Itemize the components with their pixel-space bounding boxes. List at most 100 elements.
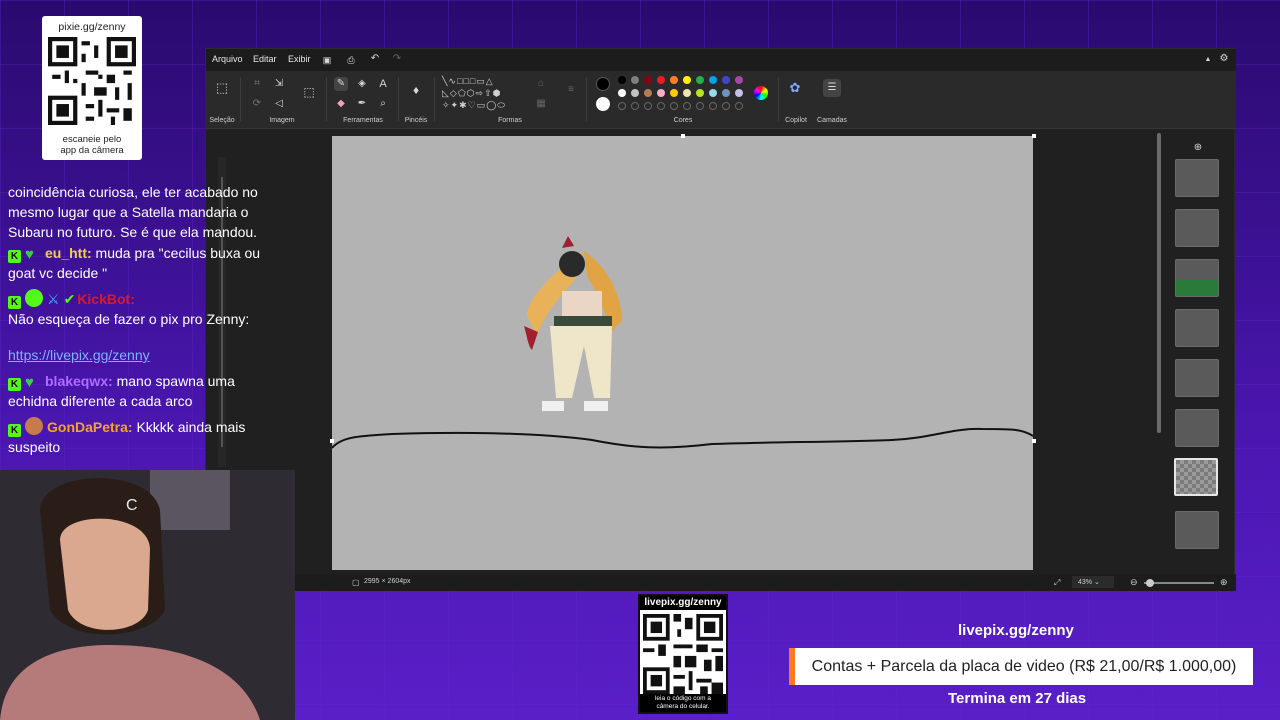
zoom-out-icon[interactable]: ⊖ xyxy=(1130,577,1138,588)
redo-icon[interactable]: ↷ xyxy=(390,52,404,66)
brush-icon[interactable]: ♦ xyxy=(409,83,423,97)
color-swatch[interactable] xyxy=(644,89,652,97)
canvas-handle-left[interactable] xyxy=(330,439,334,443)
secondary-color[interactable] xyxy=(596,97,610,111)
canvas-vertical-scrollbar[interactable] xyxy=(1157,133,1161,433)
color-swatch[interactable] xyxy=(618,89,626,97)
shapes-row-1-icon[interactable]: ╲∿□□□▭△ xyxy=(442,76,494,87)
shapes-row-2-icon[interactable]: ◺◇⬠⬡⇨⇧⬢ xyxy=(442,88,501,99)
color-swatch[interactable] xyxy=(670,76,678,84)
livepix-qr-header: livepix.gg/zenny xyxy=(640,596,726,610)
color-swatch[interactable] xyxy=(644,76,652,84)
color-swatch[interactable] xyxy=(631,102,639,110)
image-select-icon[interactable]: ⬚ xyxy=(302,85,316,99)
color-swatch[interactable] xyxy=(644,102,652,110)
zoom-in-icon[interactable]: ⊕ xyxy=(1220,577,1228,588)
shape-fill-icon[interactable]: ▦ xyxy=(534,97,548,111)
rotate-icon[interactable]: ⟳ xyxy=(250,97,264,111)
color-swatch[interactable] xyxy=(696,76,704,84)
layers-icon[interactable]: ☰ xyxy=(823,79,841,97)
color-swatch[interactable] xyxy=(722,89,730,97)
menu-edit[interactable]: Editar xyxy=(253,54,277,64)
layer-thumbnail[interactable] xyxy=(1175,209,1219,247)
shapes-row-3-icon[interactable]: ✧✦✱♡▭◯⬭ xyxy=(442,100,506,111)
flip-icon[interactable]: ◁ xyxy=(272,97,286,111)
resize-icon[interactable]: ⇲ xyxy=(272,77,286,91)
color-swatch[interactable] xyxy=(696,102,704,110)
fit-icon[interactable]: ⤢ xyxy=(1054,578,1060,588)
color-picker-icon[interactable]: ✒ xyxy=(355,97,369,111)
color-swatch[interactable] xyxy=(696,89,704,97)
chat-username[interactable]: blakeqwx: xyxy=(45,373,113,389)
group-tools-label: Ferramentas xyxy=(343,117,383,124)
menu-bar: Arquivo Editar Exibir ▣ ⎙ ↶ ↷ ▲ ⚙ xyxy=(206,49,1236,71)
menu-file[interactable]: Arquivo xyxy=(212,54,243,64)
color-swatch[interactable] xyxy=(670,102,678,110)
add-layer-icon[interactable]: ⊕ xyxy=(1191,141,1205,155)
zoom-select[interactable]: 43% ⌄ xyxy=(1072,576,1114,588)
kick-badge-icon: K xyxy=(8,296,21,309)
outline-icon[interactable]: ⌂ xyxy=(534,77,548,91)
qr-caption-1: escaneie pelo xyxy=(62,134,122,145)
layer-thumbnail[interactable] xyxy=(1175,259,1219,297)
eraser-icon[interactable]: ◆ xyxy=(334,97,348,111)
color-swatch[interactable] xyxy=(618,102,626,110)
color-swatch[interactable] xyxy=(735,102,743,110)
color-swatch[interactable] xyxy=(657,76,665,84)
settings-icon[interactable]: ⚙ xyxy=(1217,52,1231,66)
crop-icon[interactable]: ⌗ xyxy=(250,77,264,91)
livepix-link[interactable]: https://livepix.gg/zenny xyxy=(8,347,150,363)
color-swatch[interactable] xyxy=(683,89,691,97)
color-swatch[interactable] xyxy=(657,102,665,110)
color-swatch[interactable] xyxy=(631,89,639,97)
undo-icon[interactable]: ↶ xyxy=(368,52,382,66)
zoom-slider[interactable] xyxy=(1144,582,1214,584)
save-icon[interactable]: ▣ xyxy=(320,53,334,67)
color-swatch[interactable] xyxy=(709,89,717,97)
layer-thumbnail[interactable] xyxy=(1175,309,1219,347)
copilot-icon[interactable]: ✿ xyxy=(788,81,802,95)
color-swatch[interactable] xyxy=(670,89,678,97)
color-swatch[interactable] xyxy=(722,102,730,110)
color-swatch[interactable] xyxy=(709,76,717,84)
chat-username[interactable]: GonDaPetra: xyxy=(47,419,133,435)
edit-colors-icon[interactable] xyxy=(754,86,768,100)
heart-badge-icon: ♥ xyxy=(25,374,34,391)
canvas-handle-top[interactable] xyxy=(681,134,685,138)
pencil-icon[interactable]: ✎ xyxy=(334,77,348,91)
color-swatch[interactable] xyxy=(683,102,691,110)
drawing-canvas[interactable] xyxy=(332,136,1033,570)
primary-color[interactable] xyxy=(596,77,610,91)
text-icon[interactable]: A xyxy=(376,77,390,91)
chat-username[interactable]: KickBot: xyxy=(77,291,135,307)
canvas-handle-right[interactable] xyxy=(1032,439,1036,443)
stroke-size-icon[interactable]: ≡ xyxy=(564,83,578,97)
layer-thumbnail[interactable] xyxy=(1175,511,1219,549)
menu-view[interactable]: Exibir xyxy=(288,54,311,64)
group-layers-label: Camadas xyxy=(817,117,847,124)
canvas-drawing xyxy=(332,236,1033,449)
layer-thumbnail[interactable] xyxy=(1175,359,1219,397)
select-rect-icon[interactable]: ⬚ xyxy=(215,81,229,95)
color-swatch[interactable] xyxy=(722,76,730,84)
color-swatch[interactable] xyxy=(735,76,743,84)
magnifier-icon[interactable]: ⌕ xyxy=(376,97,390,111)
account-icon[interactable]: ▲ xyxy=(1201,53,1215,67)
canvas-handle-top-right[interactable] xyxy=(1032,134,1036,138)
group-image-label: Imagem xyxy=(269,117,295,124)
layer-thumbnail[interactable] xyxy=(1175,409,1219,447)
kick-badge-icon: K xyxy=(8,424,21,437)
color-swatch[interactable] xyxy=(618,76,626,84)
color-swatch[interactable] xyxy=(735,89,743,97)
fill-icon[interactable]: ◈ xyxy=(355,77,369,91)
zoom-slider-thumb[interactable] xyxy=(1146,579,1154,587)
share-icon[interactable]: ⎙ xyxy=(344,53,358,67)
chat-username[interactable]: eu_htt: xyxy=(45,245,92,261)
color-swatch[interactable] xyxy=(709,102,717,110)
color-swatch[interactable] xyxy=(631,76,639,84)
color-swatch[interactable] xyxy=(657,89,665,97)
layer-thumbnail-selected[interactable] xyxy=(1174,458,1218,496)
group-shapes-label: Formas xyxy=(498,117,522,124)
layer-thumbnail[interactable] xyxy=(1175,159,1219,197)
color-swatch[interactable] xyxy=(683,76,691,84)
